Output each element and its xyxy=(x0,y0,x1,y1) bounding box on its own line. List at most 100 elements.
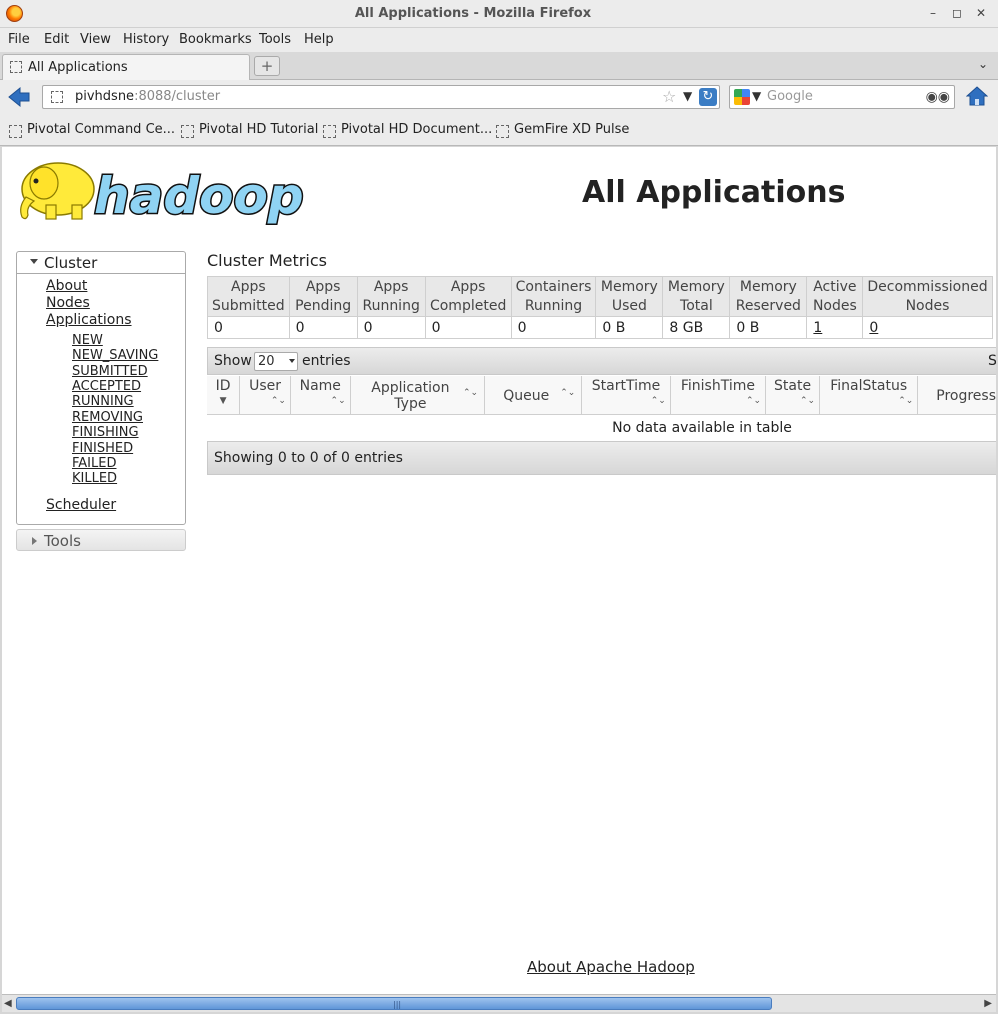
menu-tools[interactable]: Tools xyxy=(259,32,291,47)
metrics-header: Memory Used xyxy=(595,276,664,317)
scroll-left-icon[interactable]: ◀ xyxy=(4,998,12,1009)
column-header-name[interactable]: Name ⌃⌄ xyxy=(290,376,351,415)
home-icon[interactable] xyxy=(966,86,988,106)
apps-table-toolbar: Show 20 entries Search: xyxy=(207,347,996,375)
url-history-dropdown-icon[interactable]: ▼ xyxy=(683,89,692,103)
search-bar[interactable]: ▼ Google ◉◉ xyxy=(729,85,955,109)
metrics-header: Memory Reserved xyxy=(729,276,808,317)
sidebar-tools-header[interactable]: Tools xyxy=(16,529,186,551)
sort-icon: ⌃⌄ xyxy=(746,396,762,406)
site-identity-icon[interactable] xyxy=(51,91,63,103)
page-favicon-icon xyxy=(10,61,22,73)
maximize-icon[interactable]: ◻ xyxy=(949,5,965,21)
sidebar-state-new-saving[interactable]: NEW_SAVING xyxy=(72,348,158,363)
sidebar-link-applications[interactable]: Applications xyxy=(46,312,132,328)
sidebar-cluster-header[interactable]: Cluster xyxy=(17,252,185,274)
new-tab-button[interactable]: + xyxy=(254,56,280,76)
metric-decommissioned-nodes-link[interactable]: 0 xyxy=(869,320,878,336)
tab-list-chevron-icon[interactable]: ⌄ xyxy=(978,57,988,71)
sort-icon: ⌃⌄ xyxy=(270,396,286,406)
svg-text:hadoop: hadoop xyxy=(94,167,304,225)
sidebar-state-removing[interactable]: REMOVING xyxy=(72,410,143,425)
sort-icon: ⌃⌄ xyxy=(330,396,346,406)
metrics-header: Apps Running xyxy=(356,276,426,317)
metrics-header: Memory Total xyxy=(662,276,731,317)
column-header-id[interactable]: ID ▼ xyxy=(207,376,241,415)
sidebar-state-new[interactable]: NEW xyxy=(72,333,103,348)
metrics-header: Apps Submitted xyxy=(207,276,290,317)
metrics-header: Apps Completed xyxy=(424,276,512,317)
back-arrow-icon[interactable] xyxy=(7,86,31,108)
cluster-metrics-table: Apps Submitted Apps Pending Apps Running Ap… xyxy=(207,276,993,339)
scroll-right-icon[interactable]: ▶ xyxy=(984,998,992,1009)
column-header-queue[interactable]: Queue ⌃⌄ xyxy=(484,376,583,415)
page-title: All Applications xyxy=(582,175,846,210)
sidebar-state-failed[interactable]: FAILED xyxy=(72,456,116,471)
bookmark-pivotal-hd-tutorial[interactable]: Pivotal HD Tutorial xyxy=(181,122,318,138)
metric-memory-total: 8 GB xyxy=(662,316,731,339)
sidebar-link-scheduler[interactable]: Scheduler xyxy=(46,497,116,513)
metrics-header-row: Apps Submitted Apps Pending Apps Running Ap… xyxy=(207,276,993,317)
search-engine-dropdown-icon[interactable]: ▼ xyxy=(752,89,761,103)
sidebar-link-nodes[interactable]: Nodes xyxy=(46,295,90,311)
scrollbar-thumb[interactable]: ||| xyxy=(16,997,772,1010)
bookmark-pivotal-command-center[interactable]: Pivotal Command Ce... xyxy=(9,122,175,138)
google-engine-icon[interactable] xyxy=(734,89,750,105)
sidebar-state-killed[interactable]: KILLED xyxy=(72,471,117,486)
metric-active-nodes-link[interactable]: 1 xyxy=(813,320,822,336)
menu-edit[interactable]: Edit xyxy=(44,32,69,47)
column-header-starttime[interactable]: StartTime ⌃⌄ xyxy=(581,376,671,415)
menu-history[interactable]: History xyxy=(123,32,169,47)
close-icon[interactable]: ✕ xyxy=(973,5,989,21)
cluster-metrics-title: Cluster Metrics xyxy=(207,251,327,270)
column-header-application-type[interactable]: Application Type ⌃⌄ xyxy=(350,376,486,415)
bookmark-star-icon[interactable]: ☆ xyxy=(662,87,676,106)
minimize-icon[interactable]: – xyxy=(925,5,941,21)
column-header-state[interactable]: State ⌃⌄ xyxy=(765,376,821,415)
metrics-header: Active Nodes xyxy=(806,276,864,317)
show-label: Show xyxy=(214,353,252,369)
sidebar-state-finished[interactable]: FINISHED xyxy=(72,441,133,456)
about-apache-hadoop-link[interactable]: About Apache Hadoop xyxy=(527,958,695,976)
url-bar[interactable]: pivhdsne:8088/cluster ☆ ▼ ↻ xyxy=(42,85,720,109)
reload-icon[interactable]: ↻ xyxy=(699,88,717,106)
menu-bar: File Edit View History Bookmarks Tools H… xyxy=(0,28,998,52)
bookmarks-toolbar: Pivotal Command Ce... Pivotal HD Tutoria… xyxy=(0,114,998,146)
menu-help[interactable]: Help xyxy=(304,32,334,47)
column-header-user[interactable]: User ⌃⌄ xyxy=(239,376,291,415)
metrics-header: Apps Pending xyxy=(288,276,358,317)
sidebar-state-accepted[interactable]: ACCEPTED xyxy=(72,379,141,394)
sort-icon: ⌃⌄ xyxy=(463,388,479,398)
sidebar-state-running[interactable]: RUNNING xyxy=(72,394,134,409)
column-header-progress[interactable]: Progress xyxy=(917,376,996,415)
search-input[interactable]: Google xyxy=(767,89,813,104)
column-header-finishtime[interactable]: FinishTime ⌃⌄ xyxy=(670,376,767,415)
column-header-finalstatus[interactable]: FinalStatus ⌃⌄ xyxy=(819,376,919,415)
horizontal-scrollbar[interactable]: ◀ ||| ▶ xyxy=(2,994,996,1012)
sort-icon: ⌃⌄ xyxy=(799,396,816,406)
search-binoculars-icon[interactable]: ◉◉ xyxy=(926,89,950,105)
sidebar-link-about[interactable]: About xyxy=(46,278,87,294)
scrollbar-grip-icon: ||| xyxy=(393,1000,402,1009)
hadoop-elephant-icon xyxy=(20,162,95,220)
apps-table-footer: Showing 0 to 0 of 0 entries xyxy=(207,441,996,475)
search-label: Search: xyxy=(988,353,996,369)
hadoop-logo[interactable]: hadoop xyxy=(16,153,316,228)
expanded-triangle-icon xyxy=(30,259,38,264)
window-title: All Applications - Mozilla Firefox xyxy=(354,6,592,21)
menu-bookmarks[interactable]: Bookmarks xyxy=(179,32,252,47)
menu-view[interactable]: View xyxy=(80,32,111,47)
url-text: pivhdsne:8088/cluster xyxy=(75,89,221,104)
sidebar-state-submitted[interactable]: SUBMITTED xyxy=(72,364,148,379)
apps-table-info: Showing 0 to 0 of 0 entries xyxy=(214,450,403,466)
tab-all-applications[interactable]: All Applications xyxy=(2,54,250,80)
metrics-header: Containers Running xyxy=(510,276,597,317)
metrics-header: Decommissioned Nodes xyxy=(862,276,993,317)
bookmark-pivotal-hd-documentation[interactable]: Pivotal HD Document... xyxy=(323,122,492,138)
sidebar-cluster-panel: Cluster About Nodes Applications NEW NEW… xyxy=(16,251,186,525)
apps-empty-message: No data available in table xyxy=(612,420,792,436)
page-size-select[interactable]: 20 xyxy=(254,352,298,371)
bookmark-gemfire-xd-pulse[interactable]: GemFire XD Pulse xyxy=(496,122,629,138)
sidebar-state-finishing[interactable]: FINISHING xyxy=(72,425,139,440)
menu-file[interactable]: File xyxy=(8,32,30,47)
